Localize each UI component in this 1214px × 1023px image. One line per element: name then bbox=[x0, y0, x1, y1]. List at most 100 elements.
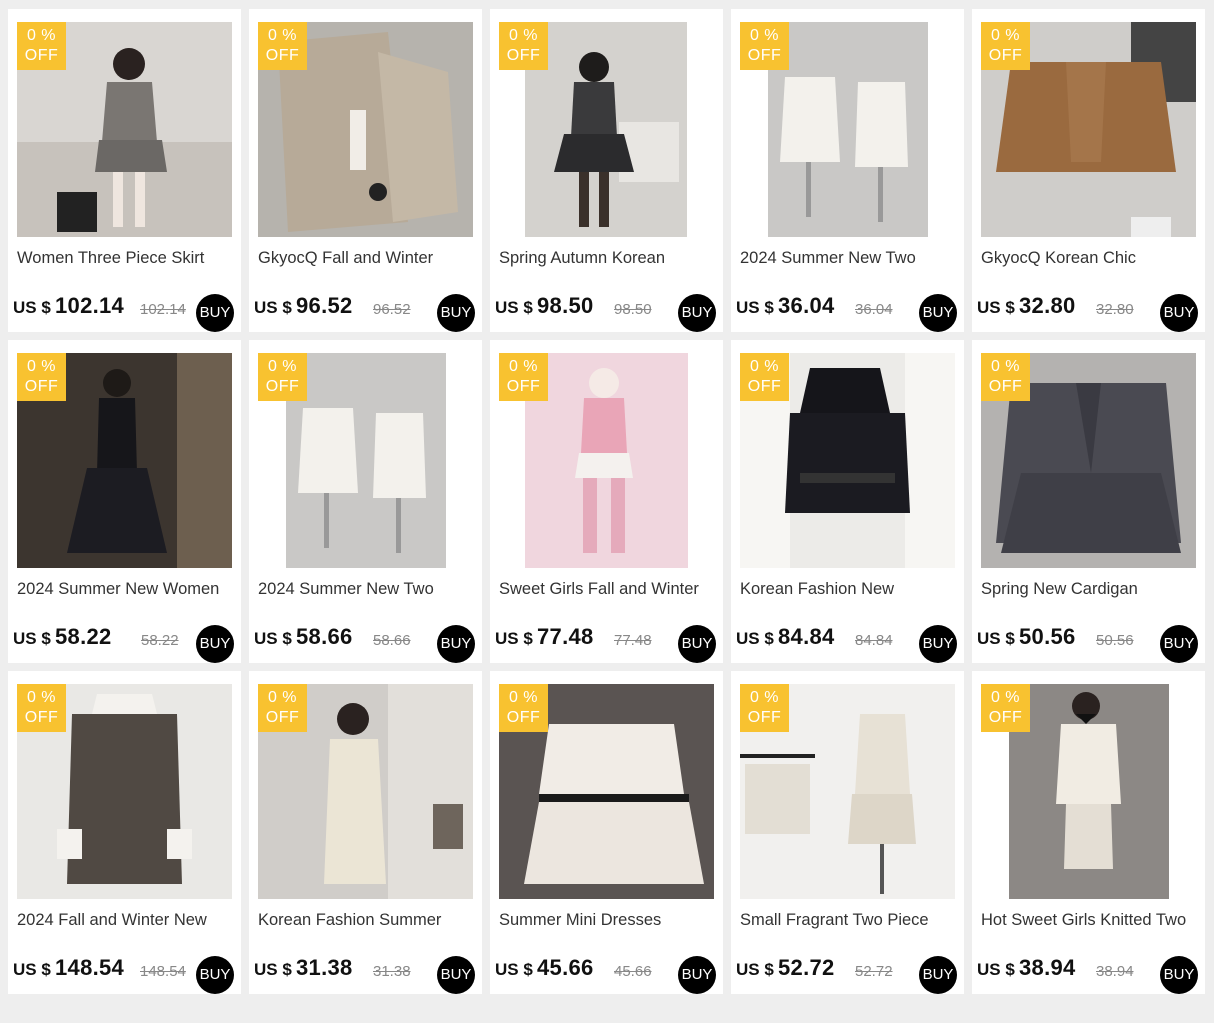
original-price: 84.84 bbox=[855, 632, 893, 649]
discount-badge: 0 % OFF bbox=[499, 22, 548, 70]
product-card[interactable]: 0 % OFF Korean Fashion New US $ 84.84 84… bbox=[731, 340, 964, 663]
product-title[interactable]: Korean Fashion New bbox=[740, 580, 955, 599]
product-card[interactable]: 0 % OFF Women Three Piece Skirt US $ 102… bbox=[8, 9, 241, 332]
product-title[interactable]: GkyocQ Korean Chic bbox=[981, 249, 1196, 268]
discount-percent: 0 % bbox=[26, 689, 57, 706]
buy-button[interactable]: BUY bbox=[678, 625, 716, 663]
product-card[interactable]: 0 % OFF Spring Autumn Korean US $ 98.50 … bbox=[490, 9, 723, 332]
buy-button[interactable]: BUY bbox=[1160, 956, 1198, 994]
price-row: US $ 98.50 98.50 BUY bbox=[495, 292, 723, 332]
product-card[interactable]: 0 % OFF Summer Mini Dresses US $ 45.66 4… bbox=[490, 671, 723, 994]
buy-button[interactable]: BUY bbox=[919, 625, 957, 663]
discount-off-label: OFF bbox=[265, 709, 300, 726]
discount-badge: 0 % OFF bbox=[258, 353, 307, 401]
buy-button[interactable]: BUY bbox=[919, 294, 957, 332]
product-title[interactable]: GkyocQ Fall and Winter bbox=[258, 249, 473, 268]
product-card[interactable]: 0 % OFF Korean Fashion Summer US $ 31.38… bbox=[249, 671, 482, 994]
discount-off-label: OFF bbox=[747, 47, 782, 64]
product-title[interactable]: Small Fragrant Two Piece bbox=[740, 911, 955, 930]
currency-label: US $ bbox=[13, 298, 51, 317]
currency-label: US $ bbox=[254, 298, 292, 317]
product-title[interactable]: Spring Autumn Korean bbox=[499, 249, 714, 268]
currency-label: US $ bbox=[977, 298, 1015, 317]
currency-label: US $ bbox=[254, 960, 292, 979]
product-title[interactable]: Korean Fashion Summer bbox=[258, 911, 473, 930]
buy-button[interactable]: BUY bbox=[437, 956, 475, 994]
price-row: US $ 52.72 52.72 BUY bbox=[736, 954, 964, 994]
product-card[interactable]: 0 % OFF GkyocQ Fall and Winter US $ 96.5… bbox=[249, 9, 482, 332]
price-row: US $ 45.66 45.66 BUY bbox=[495, 954, 723, 994]
original-price: 32.80 bbox=[1096, 301, 1134, 318]
product-card[interactable]: 0 % OFF 2024 Summer New Women US $ 58.22… bbox=[8, 340, 241, 663]
discount-off-label: OFF bbox=[24, 709, 59, 726]
discount-off-label: OFF bbox=[24, 47, 59, 64]
discount-off-label: OFF bbox=[988, 47, 1023, 64]
product-title[interactable]: Sweet Girls Fall and Winter bbox=[499, 580, 714, 599]
product-title[interactable]: 2024 Summer New Two bbox=[258, 580, 473, 599]
discount-percent: 0 % bbox=[267, 689, 298, 706]
product-card[interactable]: 0 % OFF 2024 Summer New Two US $ 58.66 5… bbox=[249, 340, 482, 663]
buy-button[interactable]: BUY bbox=[1160, 294, 1198, 332]
discount-badge: 0 % OFF bbox=[981, 353, 1030, 401]
sale-price: 84.84 bbox=[778, 624, 835, 649]
product-title[interactable]: 2024 Summer New Women bbox=[17, 580, 232, 599]
buy-button[interactable]: BUY bbox=[678, 294, 716, 332]
product-title[interactable]: Spring New Cardigan bbox=[981, 580, 1196, 599]
currency-label: US $ bbox=[13, 960, 51, 979]
sale-price: 36.04 bbox=[778, 293, 835, 318]
currency-label: US $ bbox=[977, 629, 1015, 648]
discount-off-label: OFF bbox=[988, 709, 1023, 726]
product-title[interactable]: Hot Sweet Girls Knitted Two bbox=[981, 911, 1196, 930]
price-row: US $ 148.54 148.54 BUY bbox=[13, 954, 241, 994]
sale-price: 58.22 bbox=[55, 624, 112, 649]
buy-button[interactable]: BUY bbox=[437, 625, 475, 663]
product-card[interactable]: 0 % OFF Spring New Cardigan US $ 50.56 5… bbox=[972, 340, 1205, 663]
price-row: US $ 96.52 96.52 BUY bbox=[254, 292, 482, 332]
currency-label: US $ bbox=[495, 960, 533, 979]
discount-badge: 0 % OFF bbox=[17, 684, 66, 732]
product-title[interactable]: Summer Mini Dresses bbox=[499, 911, 714, 930]
product-title[interactable]: 2024 Fall and Winter New bbox=[17, 911, 232, 930]
product-card[interactable]: 0 % OFF Hot Sweet Girls Knitted Two US $… bbox=[972, 671, 1205, 994]
discount-percent: 0 % bbox=[267, 27, 298, 44]
product-card[interactable]: 0 % OFF GkyocQ Korean Chic US $ 32.80 32… bbox=[972, 9, 1205, 332]
original-price: 38.94 bbox=[1096, 963, 1134, 980]
buy-button[interactable]: BUY bbox=[196, 625, 234, 663]
discount-badge: 0 % OFF bbox=[981, 684, 1030, 732]
sale-price: 77.48 bbox=[537, 624, 594, 649]
currency-label: US $ bbox=[736, 960, 774, 979]
product-title[interactable]: 2024 Summer New Two bbox=[740, 249, 955, 268]
buy-button[interactable]: BUY bbox=[196, 294, 234, 332]
currency-label: US $ bbox=[495, 629, 533, 648]
discount-off-label: OFF bbox=[747, 709, 782, 726]
sale-price: 96.52 bbox=[296, 293, 353, 318]
discount-badge: 0 % OFF bbox=[740, 22, 789, 70]
buy-button[interactable]: BUY bbox=[196, 956, 234, 994]
product-card[interactable]: 0 % OFF Small Fragrant Two Piece US $ 52… bbox=[731, 671, 964, 994]
original-price: 31.38 bbox=[373, 963, 411, 980]
product-card[interactable]: 0 % OFF 2024 Summer New Two US $ 36.04 3… bbox=[731, 9, 964, 332]
product-title[interactable]: Women Three Piece Skirt bbox=[17, 249, 232, 268]
sale-price: 32.80 bbox=[1019, 293, 1076, 318]
sale-price: 50.56 bbox=[1019, 624, 1076, 649]
original-price: 36.04 bbox=[855, 301, 893, 318]
product-card[interactable]: 0 % OFF Sweet Girls Fall and Winter US $… bbox=[490, 340, 723, 663]
discount-off-label: OFF bbox=[24, 378, 59, 395]
original-price: 58.66 bbox=[373, 632, 411, 649]
discount-badge: 0 % OFF bbox=[981, 22, 1030, 70]
discount-percent: 0 % bbox=[26, 27, 57, 44]
price-row: US $ 32.80 32.80 BUY bbox=[977, 292, 1205, 332]
buy-button[interactable]: BUY bbox=[678, 956, 716, 994]
discount-off-label: OFF bbox=[265, 378, 300, 395]
price-row: US $ 36.04 36.04 BUY bbox=[736, 292, 964, 332]
currency-label: US $ bbox=[254, 629, 292, 648]
buy-button[interactable]: BUY bbox=[437, 294, 475, 332]
original-price: 58.22 bbox=[141, 632, 179, 649]
discount-badge: 0 % OFF bbox=[258, 22, 307, 70]
discount-percent: 0 % bbox=[26, 358, 57, 375]
discount-percent: 0 % bbox=[508, 689, 539, 706]
buy-button[interactable]: BUY bbox=[919, 956, 957, 994]
buy-button[interactable]: BUY bbox=[1160, 625, 1198, 663]
discount-percent: 0 % bbox=[508, 27, 539, 44]
product-card[interactable]: 0 % OFF 2024 Fall and Winter New US $ 14… bbox=[8, 671, 241, 994]
